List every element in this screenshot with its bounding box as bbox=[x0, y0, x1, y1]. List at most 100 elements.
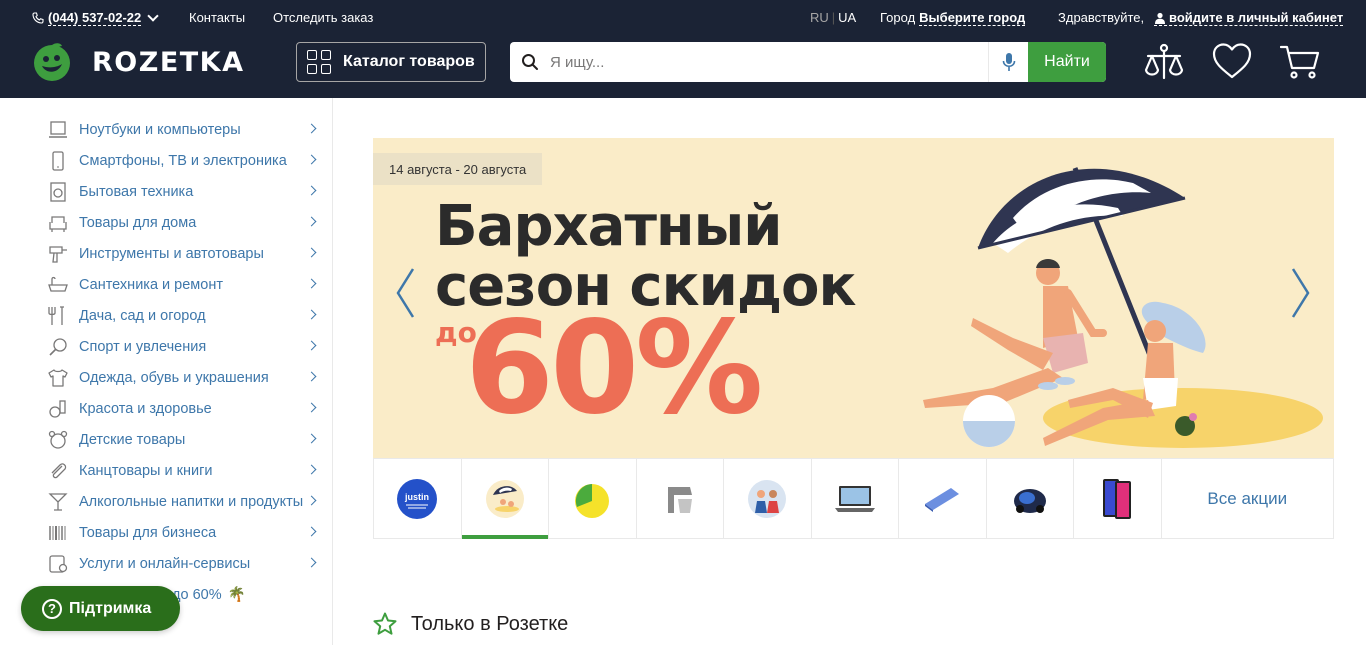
sidebar-item-sport[interactable]: Спорт и увлечения bbox=[48, 331, 320, 362]
chevron-right-icon bbox=[306, 154, 317, 165]
phone-thumb-icon bbox=[1103, 478, 1132, 519]
vacuum-thumb-icon bbox=[1013, 488, 1046, 513]
heart-icon[interactable] bbox=[1212, 42, 1252, 87]
sidebar-item-stationery[interactable]: Канцтовары и книги bbox=[48, 455, 320, 486]
user-icon bbox=[1155, 12, 1165, 24]
sidebar-item-services[interactable]: Услуги и онлайн-сервисы bbox=[48, 548, 320, 579]
thumb-powerbank[interactable] bbox=[899, 459, 987, 538]
chevron-right-icon bbox=[306, 309, 317, 320]
logo-text: ROZETKA bbox=[92, 46, 245, 78]
star-icon bbox=[373, 612, 397, 635]
lang-ru[interactable]: RU bbox=[810, 10, 829, 25]
sidebar-item-label: Одежда, обувь и украшения bbox=[79, 369, 269, 386]
drill-icon bbox=[48, 244, 68, 264]
login-label[interactable]: войдите в личный кабинет bbox=[1169, 10, 1343, 25]
sidebar-item-clothes[interactable]: Одежда, обувь и украшения bbox=[48, 362, 320, 393]
chevron-right-icon bbox=[306, 247, 317, 258]
chevron-down-icon bbox=[147, 10, 159, 22]
pie-thumb-icon bbox=[575, 483, 610, 518]
phone-icon bbox=[32, 12, 44, 24]
racket-icon bbox=[48, 337, 68, 357]
chevron-right-icon bbox=[306, 402, 317, 413]
sidebar-item-smartphones[interactable]: Смартфоны, ТВ и электроника bbox=[48, 145, 320, 176]
laptop-thumb-icon bbox=[834, 485, 875, 512]
thumb-justin[interactable]: justin bbox=[374, 459, 462, 538]
mixer-thumb-icon bbox=[667, 486, 692, 513]
sidebar-item-appliances[interactable]: Бытовая техника bbox=[48, 176, 320, 207]
search-icon bbox=[510, 42, 550, 82]
greeting-text: Здравствуйте, bbox=[1058, 10, 1145, 25]
banner-thumbnails: justin Все акции bbox=[373, 458, 1334, 539]
sidebar-item-label: Красота и здоровье bbox=[79, 400, 212, 417]
armchair-icon bbox=[48, 213, 68, 233]
support-label: Підтримка bbox=[69, 599, 152, 617]
category-menu: Ноутбуки и компьютеры Смартфоны, ТВ и эл… bbox=[48, 114, 320, 610]
sidebar-item-laptops[interactable]: Ноутбуки и компьютеры bbox=[48, 114, 320, 145]
city-selector[interactable]: Город Выберите город bbox=[880, 10, 1026, 26]
banner-percent: 60% bbox=[465, 294, 763, 443]
sidebar-item-alcohol[interactable]: Алкогольные напитки и продукты bbox=[48, 486, 320, 517]
top-bar: (044) 537-02-22 Контакты Отследить заказ… bbox=[0, 0, 1366, 34]
sidebar-item-tools[interactable]: Инструменты и автотовары bbox=[48, 238, 320, 269]
thumb-mixer[interactable] bbox=[637, 459, 724, 538]
chevron-right-icon bbox=[306, 526, 317, 537]
sidebar-item-label: Канцтовары и книги bbox=[79, 462, 213, 479]
chevron-right-icon bbox=[306, 185, 317, 196]
thumb-pie[interactable] bbox=[549, 459, 637, 538]
sidebar-item-business[interactable]: Товары для бизнеса bbox=[48, 517, 320, 548]
thumb-people[interactable] bbox=[724, 459, 812, 538]
laptop-icon bbox=[48, 120, 68, 140]
chevron-right-icon bbox=[306, 464, 317, 475]
support-button[interactable]: ? Підтримка bbox=[21, 586, 180, 631]
banner-date: 14 августа - 20 августа bbox=[373, 153, 543, 185]
contacts-link[interactable]: Контакты bbox=[189, 10, 245, 25]
sidebar-item-garden[interactable]: Дача, сад и огород bbox=[48, 300, 320, 331]
search-bar: Найти bbox=[510, 42, 1106, 82]
sidebar-item-label: Смартфоны, ТВ и электроника bbox=[79, 152, 287, 169]
section-title: Только в Розетке bbox=[411, 612, 569, 635]
compare-icon[interactable] bbox=[1144, 42, 1184, 87]
search-input[interactable] bbox=[550, 42, 988, 82]
palm-tree-icon: 🌴 bbox=[227, 587, 246, 603]
category-sidebar: Ноутбуки и компьютеры Смартфоны, ТВ и эл… bbox=[0, 98, 333, 645]
promo-banner[interactable]: 14 августа - 20 августа Бархатный сезон … bbox=[373, 138, 1334, 458]
chevron-right-icon[interactable] bbox=[1291, 267, 1311, 319]
barcode-icon bbox=[48, 523, 68, 543]
grid-icon bbox=[307, 50, 331, 74]
bathtub-icon bbox=[48, 275, 68, 295]
sidebar-item-label: Сантехника и ремонт bbox=[79, 276, 223, 293]
thumb-vacuum[interactable] bbox=[987, 459, 1074, 538]
catalog-button[interactable]: Каталог товаров bbox=[296, 42, 486, 82]
sidebar-item-label: Услуги и онлайн-сервисы bbox=[79, 555, 251, 572]
phone-number[interactable]: (044) 537-02-22 bbox=[48, 10, 142, 26]
sidebar-item-label: Спорт и увлечения bbox=[79, 338, 207, 355]
login-link[interactable]: войдите в личный кабинет bbox=[1154, 10, 1344, 26]
thumb-laptop[interactable] bbox=[812, 459, 899, 538]
sidebar-item-label: Детские товары bbox=[79, 431, 186, 448]
logo[interactable]: ROZETKA bbox=[32, 42, 245, 82]
city-label: Город bbox=[880, 10, 916, 25]
cocktail-icon bbox=[48, 492, 68, 512]
microphone-icon[interactable] bbox=[988, 42, 1028, 82]
sidebar-item-home[interactable]: Товары для дома bbox=[48, 207, 320, 238]
track-order-link[interactable]: Отследить заказ bbox=[273, 10, 373, 25]
powerbank-thumb-icon bbox=[925, 487, 960, 512]
lang-ua[interactable]: UA bbox=[838, 10, 856, 25]
search-button[interactable]: Найти bbox=[1028, 42, 1106, 82]
sidebar-item-plumbing[interactable]: Сантехника и ремонт bbox=[48, 269, 320, 300]
language-switch: RU | UA bbox=[810, 10, 856, 25]
sidebar-item-label: Дача, сад и огород bbox=[79, 307, 206, 324]
all-promotions-link[interactable]: Все акции bbox=[1162, 459, 1334, 538]
site-header: (044) 537-02-22 Контакты Отследить заказ… bbox=[0, 0, 1366, 98]
chevron-left-icon[interactable] bbox=[395, 267, 415, 319]
phone-dropdown[interactable]: (044) 537-02-22 bbox=[32, 10, 159, 26]
thumb-beach[interactable] bbox=[461, 459, 549, 539]
sidebar-item-beauty[interactable]: Красота и здоровье bbox=[48, 393, 320, 424]
cart-icon[interactable] bbox=[1279, 42, 1320, 87]
sidebar-item-label: Товары для дома bbox=[79, 214, 197, 231]
thumb-phone[interactable] bbox=[1074, 459, 1162, 538]
chevron-right-icon bbox=[306, 495, 317, 506]
sidebar-item-kids[interactable]: Детские товары bbox=[48, 424, 320, 455]
city-value[interactable]: Выберите город bbox=[919, 10, 1026, 26]
chevron-right-icon bbox=[306, 123, 317, 134]
